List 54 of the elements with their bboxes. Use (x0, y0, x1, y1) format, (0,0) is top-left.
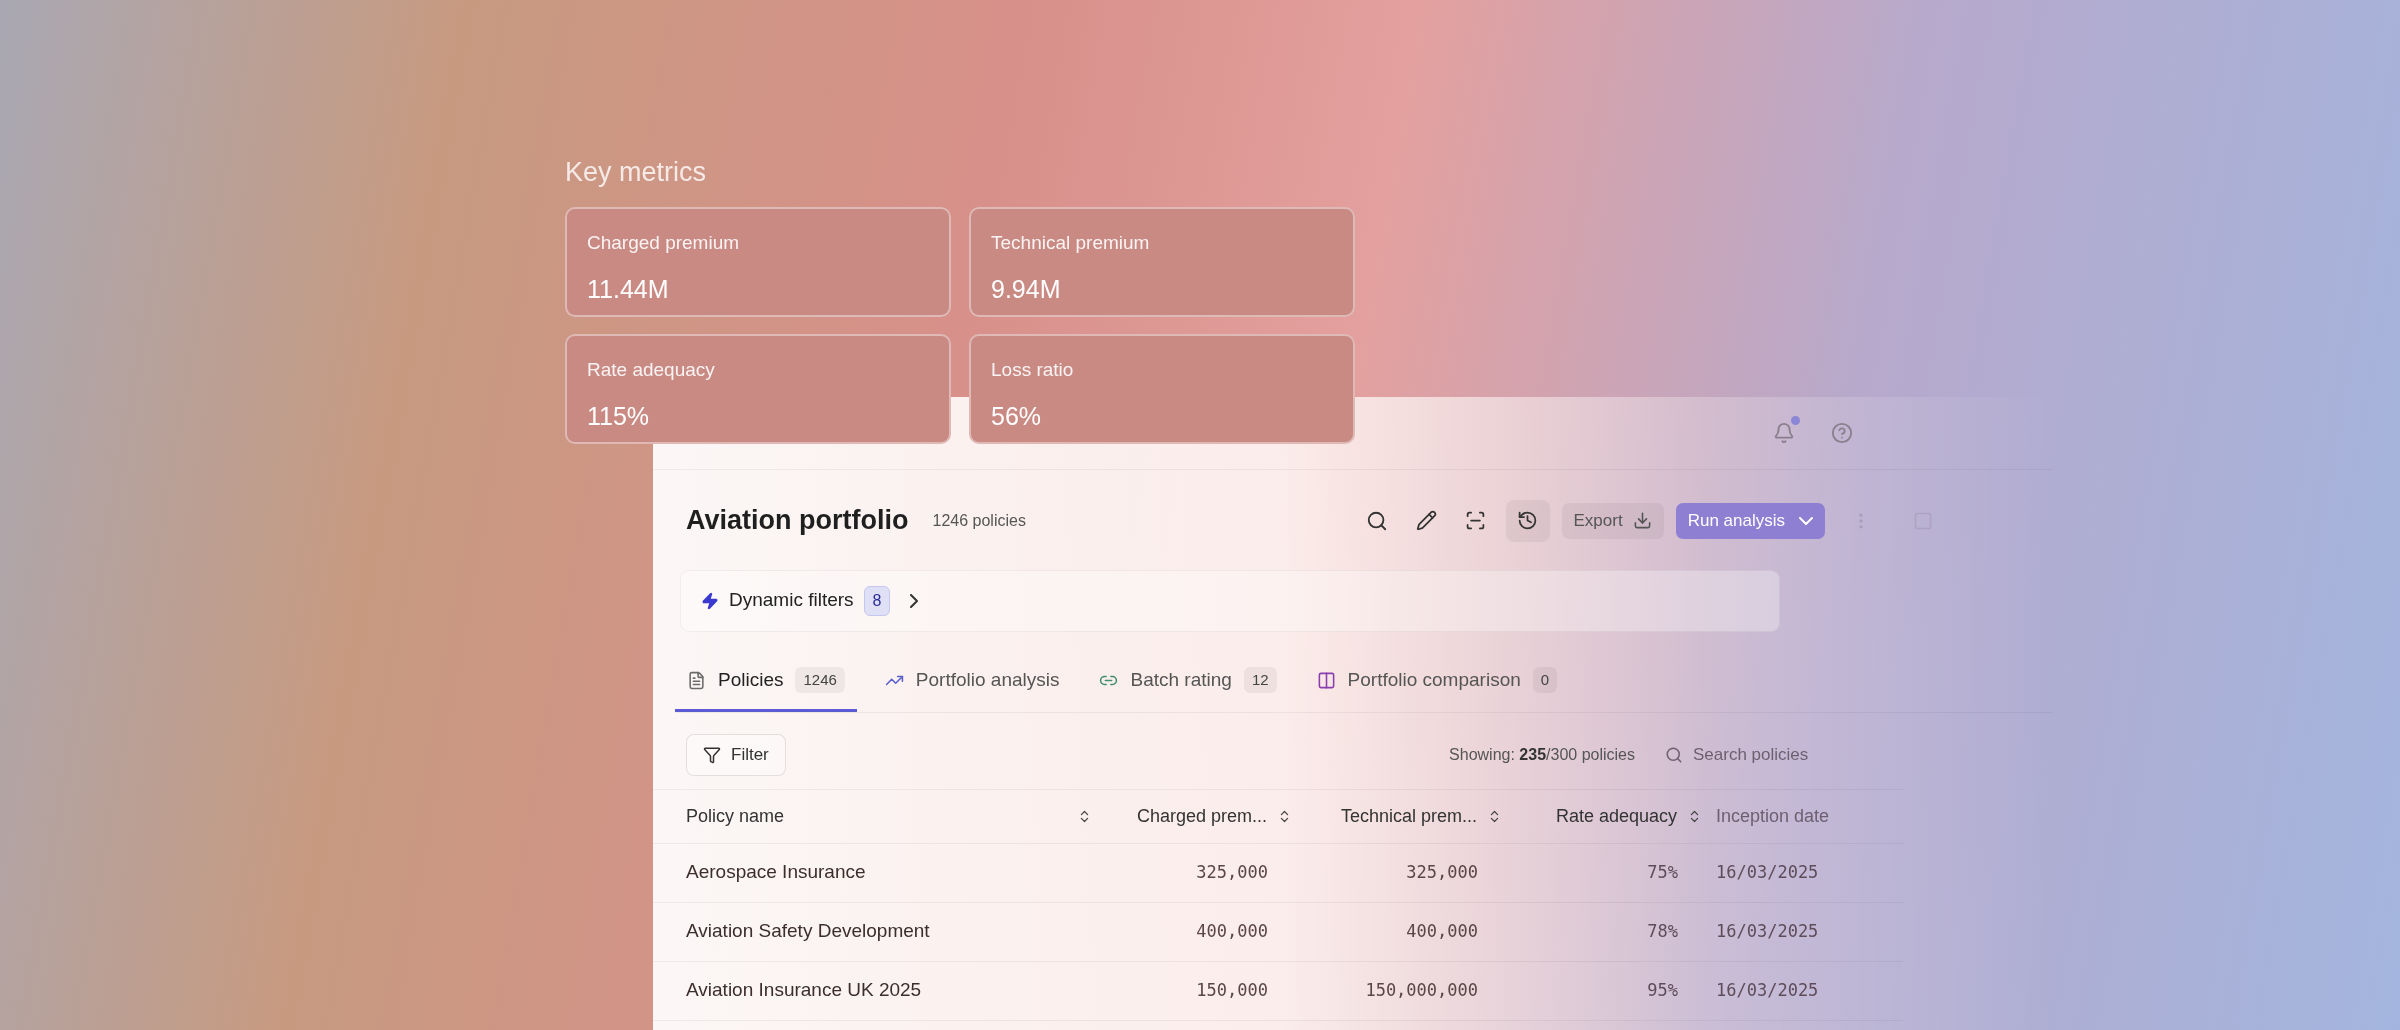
tab[interactable]: Batch rating 12 (1087, 651, 1289, 712)
download-icon (1632, 511, 1652, 530)
table-cell-text: 400,000 (1196, 919, 1268, 943)
metric-value: 115% (587, 401, 651, 432)
table-cell-text: 150,000 (1196, 978, 1268, 1002)
column-header[interactable]: Charged prem... (1136, 802, 1267, 830)
document-icon (687, 670, 706, 690)
metric-value: 11.44M (587, 274, 670, 305)
metric-value: 9.94M (991, 274, 1062, 305)
scan-icon[interactable] (1464, 510, 1486, 531)
filters-count: 8 (863, 585, 891, 616)
metric-value: 56% (991, 401, 1043, 432)
table-cell-text: 150,000,000 (1365, 978, 1478, 1002)
table-cell-text: 325,000 (1196, 860, 1268, 884)
table-cell-text: 400,000 (1406, 919, 1478, 943)
chevron-down-icon (1799, 516, 1813, 525)
history-icon (1517, 510, 1539, 531)
table-cell-text: 16/03/2025 (1716, 860, 1819, 884)
table-cell-text: 16/03/2025 (1716, 978, 1819, 1002)
column-header[interactable]: Policy name (686, 802, 785, 830)
showing-summary: Showing: 235/300 policies (1449, 744, 1635, 765)
tab[interactable]: Portfolio comparison 0 (1304, 651, 1570, 712)
table-cell-text: 16/03/2025 (1716, 919, 1819, 943)
policy-count: 1246 policies (932, 510, 1026, 531)
table-cell-text: Aviation Safety Development (686, 919, 930, 944)
filter-button[interactable]: Filter (686, 733, 786, 776)
metric-label: Technical premium (991, 230, 1151, 255)
chevron-right-icon (910, 593, 919, 608)
table-cell-text: Aerospace Insurance (686, 860, 866, 885)
page-title: Aviation portfolio (686, 504, 909, 538)
table-cell-text: Aviation Insurance UK 2025 (686, 978, 922, 1003)
search-icon[interactable] (1365, 509, 1388, 532)
edit-icon[interactable] (1415, 510, 1437, 531)
table-cell-text: 95% (1647, 978, 1678, 1002)
columns-icon (1316, 670, 1336, 690)
lightning-icon (701, 591, 719, 610)
search-field[interactable]: Search policies (1655, 741, 1843, 768)
column-header[interactable]: Technical prem... (1340, 802, 1477, 830)
table-cell-text: 75% (1647, 860, 1678, 884)
history-button[interactable] (1505, 499, 1550, 542)
search-icon (1665, 745, 1683, 764)
column-header[interactable]: Rate adequacy (1555, 802, 1677, 830)
metric-label: Rate adequacy (587, 357, 716, 382)
filters-label: Dynamic filters (729, 588, 854, 613)
table-cell-text: 325,000 (1406, 860, 1478, 884)
section-title: Key metrics (565, 156, 708, 189)
dynamic-filters-bar[interactable]: Dynamic filters 8 (680, 569, 1780, 632)
metric-label: Loss ratio (991, 357, 1075, 382)
export-button[interactable]: Export (1561, 502, 1664, 539)
funnel-icon (703, 745, 721, 764)
metric-label: Charged premium (587, 230, 741, 255)
tab[interactable]: Portfolio analysis (872, 651, 1072, 712)
table-cell-text: 78% (1647, 919, 1678, 943)
tab[interactable]: Policies 1246 (675, 651, 857, 712)
